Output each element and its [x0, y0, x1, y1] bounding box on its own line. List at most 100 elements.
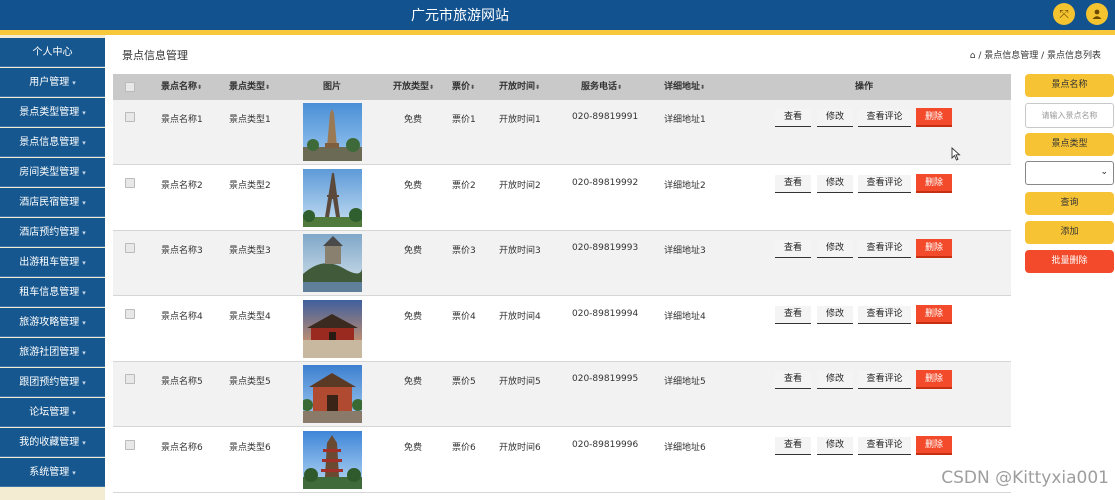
cell-open-type: 免费 [404, 246, 423, 256]
table-row: 景点名称4 景点类型4 免费 票价4 开放时间4 020-89819994 详细地址4 查看修… [113, 296, 1011, 362]
delete-button[interactable]: 删除 [916, 108, 952, 127]
header-name[interactable]: 景点名称⬍ [161, 74, 202, 100]
delete-button[interactable]: 删除 [916, 304, 952, 324]
table-row: 景点名称3 景点类型3 免费 票价3 开放时间3 020-89819993 详细地址3 查看修… [113, 231, 1011, 296]
attraction-image [303, 299, 362, 358]
sidebar-item-label: 酒店预约管理 [19, 227, 80, 238]
view-comments-button[interactable]: 查看评论 [858, 240, 911, 258]
sidebar-item-label: 房间类型管理 [19, 167, 80, 178]
view-button[interactable]: 查看 [775, 305, 811, 324]
row-checkbox[interactable] [125, 177, 135, 188]
row-checkbox[interactable] [125, 243, 135, 253]
sidebar-item[interactable]: 旅游社团管理 ▾ [0, 338, 105, 367]
cell-open-time: 开放时间6 [499, 442, 541, 453]
edit-button[interactable]: 修改 [817, 305, 853, 324]
view-button[interactable]: 查看 [775, 240, 811, 258]
sidebar-item[interactable]: 景点信息管理 ▾ [0, 128, 105, 157]
edit-button[interactable]: 修改 [817, 109, 853, 127]
edit-button[interactable]: 修改 [817, 240, 853, 258]
sidebar-item[interactable]: 用户管理 ▾ [0, 68, 105, 97]
sidebar-item-label: 景点信息管理 [19, 137, 80, 148]
header-open-time[interactable]: 开放时间⬍ [499, 74, 540, 100]
site-title: 广元市旅游网站 [411, 8, 509, 24]
cell-price: 票价6 [452, 442, 476, 453]
sidebar-item[interactable]: 跟团预约管理 ▾ [0, 368, 105, 397]
cell-name: 景点名称5 [161, 377, 203, 387]
header-address[interactable]: 详细地址⬍ [664, 74, 705, 100]
view-comments-button[interactable]: 查看评论 [858, 174, 911, 193]
cell-address: 详细地址5 [664, 377, 706, 387]
cell-type: 景点类型3 [229, 246, 271, 256]
header-open-type[interactable]: 开放类型⬍ [393, 74, 434, 100]
edit-button[interactable]: 修改 [817, 174, 853, 193]
delete-button[interactable]: 删除 [916, 435, 952, 455]
sidebar-item[interactable]: 出游租车管理 ▾ [0, 248, 105, 277]
header-type[interactable]: 景点类型⬍ [229, 74, 270, 100]
cell-type: 景点类型6 [229, 442, 271, 453]
view-comments-button[interactable]: 查看评论 [858, 436, 911, 455]
sidebar-item[interactable]: 系统管理 ▾ [0, 458, 105, 487]
row-checkbox[interactable] [125, 439, 135, 450]
cell-type: 景点类型1 [229, 115, 271, 125]
select-all-checkbox[interactable] [125, 82, 135, 92]
cell-phone: 020-89819991 [572, 112, 639, 122]
home-icon[interactable]: ⌂ [970, 51, 976, 61]
search-button[interactable]: 查询 [1025, 192, 1114, 215]
edit-button[interactable]: 修改 [817, 436, 853, 455]
cell-address: 详细地址2 [664, 180, 706, 191]
delete-button[interactable]: 删除 [916, 239, 952, 258]
sidebar-item[interactable]: 旅游攻略管理 ▾ [0, 308, 105, 337]
attraction-image [303, 168, 362, 227]
cell-open-type: 免费 [404, 115, 423, 125]
cell-address: 详细地址3 [664, 246, 706, 256]
view-comments-button[interactable]: 查看评论 [858, 305, 911, 324]
sidebar-item-label: 租车信息管理 [19, 287, 80, 298]
sidebar-item-label: 旅游攻略管理 [19, 317, 80, 328]
sidebar-item[interactable]: 酒店预约管理 ▾ [0, 218, 105, 247]
sidebar-item[interactable]: 租车信息管理 ▾ [0, 278, 105, 307]
type-select[interactable]: ⌄ [1025, 161, 1114, 185]
edit-button[interactable]: 修改 [817, 371, 853, 389]
chevron-down-icon: ▾ [72, 79, 76, 87]
sidebar-item-label: 用户管理 [29, 77, 70, 88]
cell-open-type: 免费 [404, 311, 423, 322]
watermark: CSDN @Kittyxia001 [941, 468, 1109, 488]
sidebar-item[interactable]: 房间类型管理 ▾ [0, 158, 105, 187]
row-checkbox[interactable] [125, 308, 135, 319]
sidebar-item[interactable]: 景点类型管理 ▾ [0, 98, 105, 127]
expand-icon[interactable]: ⤧ [1053, 3, 1075, 25]
user-icon[interactable] [1086, 3, 1108, 25]
page-title: 景点信息管理 [122, 49, 188, 62]
header-phone[interactable]: 服务电话⬍ [581, 74, 622, 100]
row-checkbox[interactable] [125, 374, 135, 384]
view-comments-button[interactable]: 查看评论 [858, 109, 911, 127]
sidebar-item-label: 旅游社团管理 [19, 347, 80, 358]
delete-button[interactable]: 删除 [916, 173, 952, 193]
sidebar-item-label: 我的收藏管理 [19, 437, 80, 448]
cell-phone: 020-89819993 [572, 243, 639, 253]
view-button[interactable]: 查看 [775, 371, 811, 389]
cell-price: 票价1 [452, 115, 476, 125]
sidebar-item[interactable]: 酒店民宿管理 ▾ [0, 188, 105, 217]
delete-button[interactable]: 删除 [916, 370, 952, 389]
view-button[interactable]: 查看 [775, 109, 811, 127]
sidebar-item[interactable]: 个人中心 [0, 38, 105, 67]
header-price[interactable]: 票价⬍ [452, 74, 475, 100]
row-checkbox[interactable] [125, 112, 135, 122]
cell-type: 景点类型2 [229, 180, 271, 191]
sidebar-item[interactable]: 论坛管理 ▾ [0, 398, 105, 427]
cell-open-type: 免费 [404, 377, 423, 387]
cell-name: 景点名称4 [161, 311, 203, 322]
view-button[interactable]: 查看 [775, 436, 811, 455]
add-button[interactable]: 添加 [1025, 221, 1114, 244]
sidebar-item[interactable]: 我的收藏管理 ▾ [0, 428, 105, 457]
cell-open-time: 开放时间2 [499, 180, 541, 191]
sidebar-item-label: 景点类型管理 [19, 107, 80, 118]
cell-phone: 020-89819996 [572, 439, 639, 450]
batch-delete-button[interactable]: 批量删除 [1025, 250, 1114, 273]
view-button[interactable]: 查看 [775, 174, 811, 193]
cell-price: 票价4 [452, 311, 476, 322]
name-search-input[interactable]: 请输入景点名称 [1025, 103, 1114, 128]
chevron-down-icon: ▾ [82, 109, 86, 117]
view-comments-button[interactable]: 查看评论 [858, 371, 911, 389]
